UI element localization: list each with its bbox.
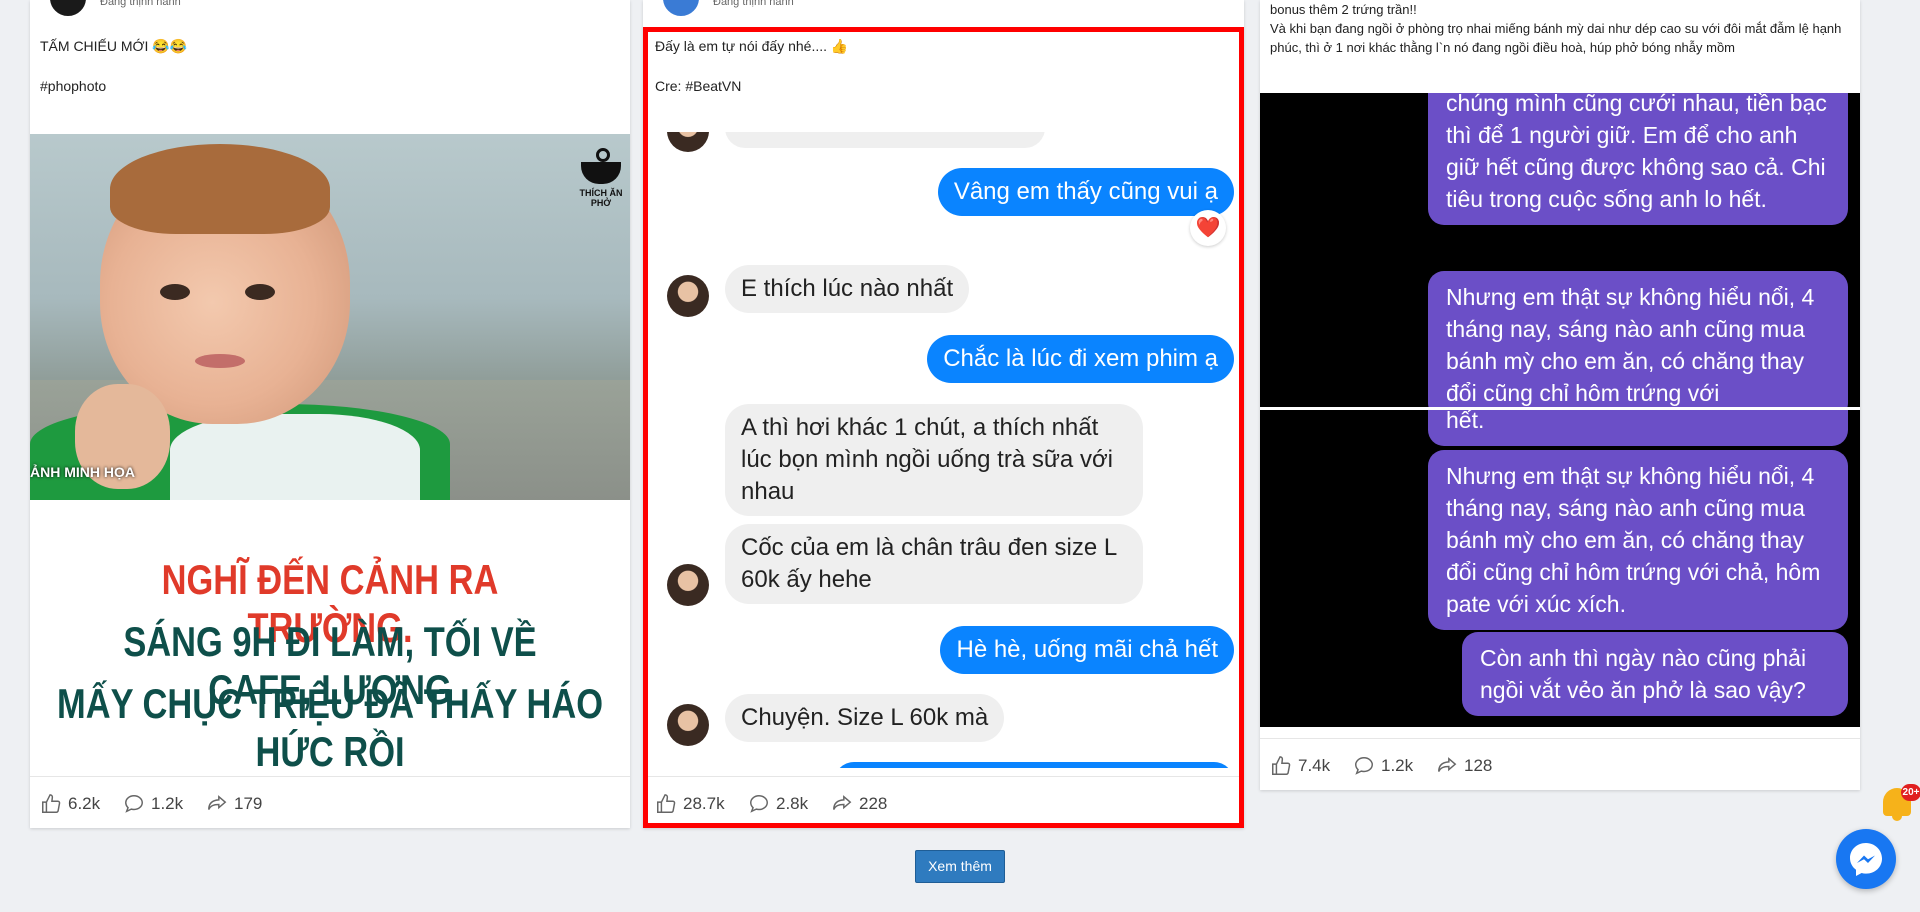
chat-bubble-out: Vâng em thấy cũng vui ạ [937, 168, 1234, 216]
post-caption: Đấy là em tự nói đấy nhé.... 👍 [655, 38, 849, 54]
post-hashtag[interactable]: #phophoto [40, 78, 106, 94]
chat-screenshot[interactable]: hết. Nhưng em thật sự không hiểu nổi, 4 … [1260, 410, 1860, 727]
chat-bubble-purple: chúng mình cũng cưới nhau, tiền bạc thì … [1428, 93, 1848, 225]
notification-badge: 20+ [1901, 784, 1920, 801]
chat-bubble-in: E thích lúc nào nhất [725, 265, 970, 313]
notification-bell[interactable]: 20+ [1879, 782, 1920, 822]
post-header: Đang thịnh hành [643, 0, 1244, 18]
chat-bubble-purple: Nhưng em thật sự không hiểu nổi, 4 tháng… [1428, 450, 1848, 630]
post-caption: TẤM CHIẾU MỚI 😂😂 [40, 38, 188, 54]
like-icon [1272, 756, 1291, 775]
chat-bubble-purple: Nhưng em thật sự không hiểu nổi, 4 tháng… [1428, 271, 1848, 407]
baby-photo: THÍCH ĂN PHỞ ẢNH MINH HỌA [30, 134, 630, 504]
post-hashtag[interactable]: Cre: #BeatVN [655, 78, 741, 94]
messenger-button[interactable] [1836, 829, 1896, 889]
like-button[interactable]: 7.4k [1270, 755, 1330, 777]
share-button[interactable]: 128 [1436, 755, 1492, 777]
feed-page: Đang thịnh hành TẤM CHIẾU MỚI 😂😂 #phopho… [0, 0, 1920, 912]
chat-bubble-in: Chuyện. Size L 60k mà [725, 694, 1005, 742]
like-icon [657, 794, 676, 813]
chat-avatar [667, 704, 709, 746]
page-avatar[interactable] [48, 0, 88, 18]
post-card[interactable]: bonus thêm 2 trứng trần!! Và khi bạn đan… [1260, 0, 1860, 790]
chat-bubble-in: Cốc của em là chân trâu đen size L 60k ấ… [725, 524, 1143, 604]
comment-button[interactable]: 1.2k [1353, 755, 1413, 777]
comment-button[interactable]: 1.2k [123, 793, 183, 815]
like-button[interactable]: 6.2k [40, 793, 100, 815]
comment-button[interactable]: 2.8k [748, 793, 808, 815]
post-footer: 28.7k 2.8k 228 [643, 776, 1244, 826]
chat-bubble-purple: Còn anh thì ngày nào cũng phải ngồi vắt … [1462, 632, 1848, 716]
share-button[interactable]: 228 [831, 793, 887, 815]
chat-screenshot[interactable]: chúng mình cũng cưới nhau, tiền bạc thì … [1260, 93, 1860, 407]
post-image[interactable]: THÍCH ĂN PHỞ ẢNH MINH HỌA NGHĨ ĐẾN CẢNH … [30, 134, 630, 770]
share-icon [833, 795, 852, 810]
post-footer: 7.4k 1.2k 128 [1260, 738, 1860, 788]
comment-icon [750, 795, 768, 813]
post-footer: 6.2k 1.2k 179 [30, 776, 630, 826]
chat-avatar [667, 275, 709, 317]
chat-bubble-purple: hết. [1428, 410, 1848, 446]
comment-icon [125, 795, 143, 813]
watermark-logo: THÍCH ĂN PHỞ [576, 148, 626, 208]
illustration-label: ẢNH MINH HỌA [30, 464, 135, 480]
comment-icon [1355, 757, 1373, 775]
post-header: Đang thịnh hành [30, 0, 630, 18]
trending-label: Đang thịnh hành [713, 0, 794, 8]
chat-avatar [667, 564, 709, 606]
share-icon [208, 795, 227, 810]
meme-headline: NGHĨ ĐẾN CẢNH RA TRƯỜNG. SÁNG 9H ĐI LÀM,… [30, 500, 630, 770]
heart-reaction: ❤️ [1190, 210, 1226, 246]
post-card-highlighted[interactable]: Đang thịnh hành Đấy là em tự nói đấy nhé… [643, 0, 1244, 828]
chat-bubble-out: Hè hè, uống mãi chả hết [940, 626, 1234, 674]
post-card[interactable]: Đang thịnh hành TẤM CHIẾU MỚI 😂😂 #phopho… [30, 0, 630, 828]
post-caption: bonus thêm 2 trứng trần!! Và khi bạn đan… [1270, 2, 1842, 55]
chat-screenshot[interactable]: Vâng em thấy cũng vui ạ ❤️ E thích lúc n… [643, 132, 1244, 768]
share-button[interactable]: 179 [206, 793, 262, 815]
like-button[interactable]: 28.7k [655, 793, 725, 815]
like-icon [42, 794, 61, 813]
share-icon [1438, 757, 1457, 772]
chat-bubble-in: A thì hơi khác 1 chút, a thích nhất lúc … [725, 404, 1143, 516]
trending-label: Đang thịnh hành [100, 0, 181, 8]
load-more-button[interactable]: Xem thêm [915, 850, 1005, 883]
chat-bubble-out: Chắc là lúc đi xem phim ạ [927, 335, 1234, 383]
page-avatar[interactable] [661, 0, 701, 18]
messenger-icon [1850, 843, 1882, 876]
